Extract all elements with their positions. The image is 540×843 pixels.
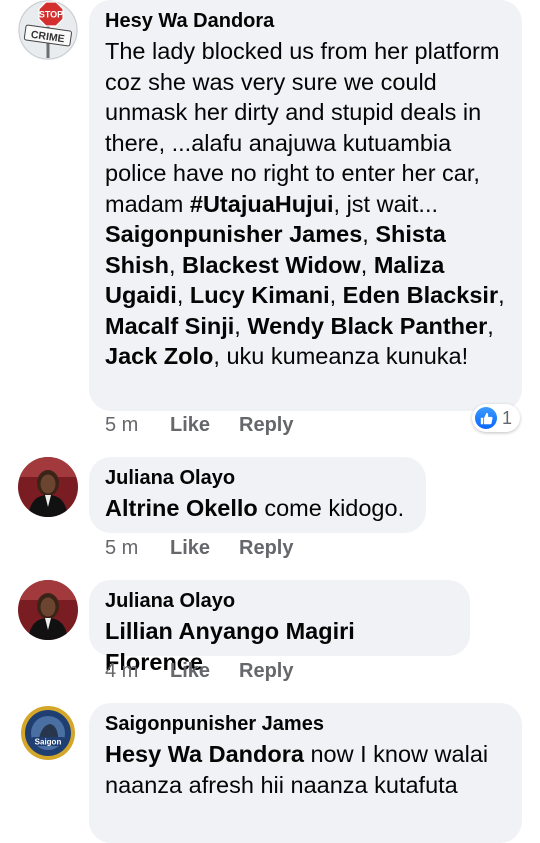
comment-timestamp[interactable]: 5 m: [105, 537, 170, 560]
comment-timestamp[interactable]: 4 m: [105, 660, 170, 683]
avatar[interactable]: [18, 457, 78, 517]
mention-link[interactable]: #UtajuaHujui: [190, 191, 334, 217]
like-button[interactable]: Like: [170, 414, 239, 437]
mention-link[interactable]: Altrine Okello: [105, 495, 258, 521]
reaction-number: 1: [502, 407, 513, 428]
comment-bubble: Saigonpunisher James Hesy Wa Dandora now…: [89, 703, 522, 843]
mention-link[interactable]: Wendy Black Panther: [247, 313, 487, 339]
profile-photo: [18, 580, 78, 640]
comment-actions: 5 m Like Reply: [105, 537, 293, 560]
comment-text: The lady blocked us from her platform co…: [105, 38, 505, 369]
comment-actions: 5 m Like Reply: [105, 414, 293, 437]
saigon-badge-icon: Saigon: [18, 703, 78, 763]
mention-link[interactable]: Macalf Sinji: [105, 313, 234, 339]
mention-link[interactable]: Eden Blacksir: [343, 282, 498, 308]
mention-link[interactable]: Saigonpunisher James: [105, 221, 362, 247]
mention-link[interactable]: Lucy Kimani: [190, 282, 330, 308]
like-button[interactable]: Like: [170, 660, 239, 683]
comment-author[interactable]: Hesy Wa Dandora: [105, 9, 506, 33]
profile-photo: [18, 457, 78, 517]
like-button[interactable]: Like: [170, 537, 239, 560]
mention-link[interactable]: Jack Zolo: [105, 343, 213, 369]
reply-button[interactable]: Reply: [239, 537, 293, 560]
thumbs-up-icon: [475, 407, 497, 429]
comment-author[interactable]: Juliana Olayo: [105, 589, 454, 613]
comment-author[interactable]: Saigonpunisher James: [105, 712, 506, 736]
comment-text: Altrine Okello come kidogo.: [105, 495, 405, 521]
comment-bubble: Hesy Wa Dandora The lady blocked us from…: [89, 0, 522, 411]
badge-text: Saigon: [35, 738, 62, 747]
comment-actions: 4 m Like Reply: [105, 660, 293, 683]
reply-button[interactable]: Reply: [239, 660, 293, 683]
avatar[interactable]: STOP CRIME: [18, 0, 78, 60]
reaction-count[interactable]: 1: [472, 404, 521, 432]
avatar[interactable]: Saigon: [18, 703, 78, 763]
reply-button[interactable]: Reply: [239, 414, 293, 437]
comment-timestamp[interactable]: 5 m: [105, 414, 170, 437]
stop-crime-sign-icon: STOP CRIME: [18, 0, 78, 60]
comment-bubble: Juliana Olayo Lillian Anyango Magiri Flo…: [89, 580, 470, 675]
comment-bubble: Juliana Olayo Altrine Okello come kidogo…: [89, 457, 426, 533]
mention-link[interactable]: Hesy Wa Dandora: [105, 741, 304, 767]
avatar[interactable]: [18, 580, 78, 640]
stop-sign-text: STOP: [39, 10, 63, 20]
comment-text: Hesy Wa Dandora now I know walai naanza …: [105, 741, 489, 798]
mention-link[interactable]: Blackest Widow: [182, 252, 361, 278]
comment-author[interactable]: Juliana Olayo: [105, 466, 410, 490]
